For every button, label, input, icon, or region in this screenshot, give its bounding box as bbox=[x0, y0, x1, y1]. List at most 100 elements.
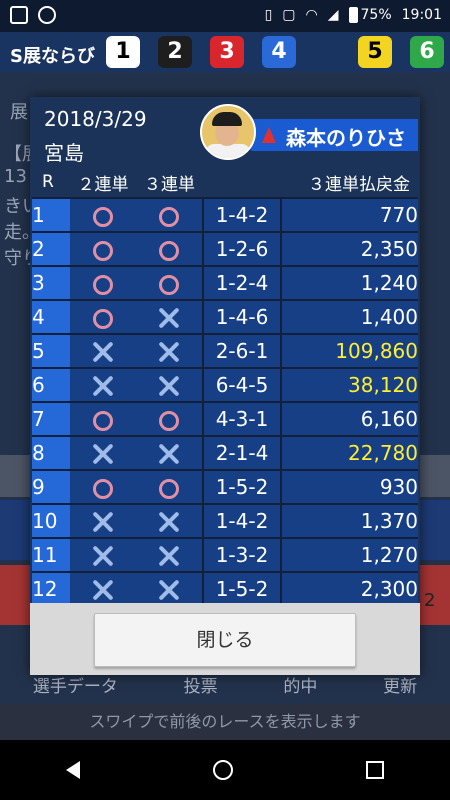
miss-cross-icon bbox=[92, 545, 114, 567]
sanrentan-result bbox=[136, 435, 203, 470]
results-table: R ２連単 ３連単 ３連単払戻金 1 1-4-2 770 2 1-2-6 2,350 3 1-… bbox=[32, 167, 418, 605]
system-nav-bar bbox=[0, 740, 450, 800]
tab-player-data[interactable]: 選手データ bbox=[33, 672, 118, 704]
background-tenkai-label: 展 bbox=[10, 102, 28, 123]
col-combination bbox=[203, 167, 281, 198]
nirentan-result bbox=[70, 231, 136, 266]
winning-combination: 1-5-2 bbox=[202, 469, 281, 504]
miss-cross-icon bbox=[158, 545, 180, 567]
payout-amount: 930 bbox=[280, 469, 418, 504]
payout-amount: 6,160 bbox=[280, 401, 418, 436]
vibrate-icon: ▯ bbox=[264, 7, 273, 23]
race-number: 4 bbox=[32, 299, 70, 334]
payout-amount: 1,240 bbox=[280, 265, 418, 300]
miss-cross-icon bbox=[92, 443, 114, 465]
payout-amount: 770 bbox=[280, 197, 418, 232]
sanrentan-result bbox=[136, 299, 203, 334]
boat-2: 2 bbox=[158, 36, 192, 68]
gallery-icon bbox=[10, 6, 28, 24]
background-text-line: 13 bbox=[4, 166, 27, 187]
payout-amount: 1,270 bbox=[280, 537, 418, 572]
race-number: 5 bbox=[32, 333, 70, 368]
boat-5: 5 bbox=[358, 36, 392, 68]
col-sanrentan: ３連単 bbox=[136, 167, 203, 198]
hit-circle-icon bbox=[93, 410, 113, 431]
sanrentan-result bbox=[136, 367, 203, 402]
winning-combination: 6-4-5 bbox=[202, 367, 281, 402]
hit-circle-icon bbox=[159, 274, 179, 295]
home-icon[interactable] bbox=[212, 760, 233, 780]
background-number: 2 bbox=[424, 590, 436, 611]
miss-cross-icon bbox=[92, 511, 114, 533]
miss-cross-icon bbox=[92, 341, 114, 363]
sanrentan-result bbox=[136, 571, 203, 605]
winning-combination: 2-6-1 bbox=[202, 333, 281, 368]
sanrentan-result bbox=[136, 231, 203, 266]
tipster-name: 森本のりひさ bbox=[286, 126, 406, 150]
table-row: 2 1-2-6 2,350 bbox=[32, 231, 418, 266]
avatar-cap bbox=[212, 112, 242, 126]
race-number: 12 bbox=[32, 571, 70, 605]
nirentan-result bbox=[70, 503, 136, 538]
miss-cross-icon bbox=[158, 579, 180, 601]
race-number: 9 bbox=[32, 469, 70, 504]
dialog-footer: 閉じる bbox=[30, 603, 420, 675]
payout-amount: 22,780 bbox=[280, 435, 418, 470]
table-row: 5 2-6-1 109,860 bbox=[32, 333, 418, 368]
winning-combination: 2-1-4 bbox=[202, 435, 281, 470]
tipster-badge: 森本のりひさ bbox=[250, 119, 418, 151]
tab-refresh[interactable]: 更新 bbox=[383, 672, 417, 704]
miss-cross-icon bbox=[158, 375, 180, 397]
boat-1: 1 bbox=[106, 36, 140, 68]
table-row: 11 1-3-2 1,270 bbox=[32, 537, 418, 572]
race-number: 1 bbox=[32, 197, 70, 232]
col-nirentan: ２連単 bbox=[70, 167, 136, 198]
bottom-tab-bar: 選手データ 投票 的中 更新 bbox=[0, 672, 450, 704]
sanrentan-result bbox=[136, 333, 203, 368]
winning-combination: 1-5-2 bbox=[202, 571, 281, 605]
table-row: 4 1-4-6 1,400 bbox=[32, 299, 418, 334]
winning-combination: 1-2-4 bbox=[202, 265, 281, 300]
hit-circle-icon bbox=[159, 410, 179, 431]
table-row: 3 1-2-4 1,240 bbox=[32, 265, 418, 300]
nirentan-result bbox=[70, 469, 136, 504]
miss-cross-icon bbox=[92, 375, 114, 397]
hit-circle-icon bbox=[93, 274, 113, 295]
venue-name: 宮島 bbox=[44, 141, 84, 165]
back-icon[interactable] bbox=[66, 761, 81, 779]
nirentan-result bbox=[70, 367, 136, 402]
nirentan-result bbox=[70, 435, 136, 470]
race-number: 11 bbox=[32, 537, 70, 572]
tab-vote[interactable]: 投票 bbox=[184, 672, 218, 704]
hit-circle-icon bbox=[93, 308, 113, 329]
tab-hit[interactable]: 的中 bbox=[283, 672, 317, 704]
miss-cross-icon bbox=[158, 511, 180, 533]
race-number: 3 bbox=[32, 265, 70, 300]
nirentan-result bbox=[70, 265, 136, 300]
info-icon bbox=[38, 6, 56, 24]
hit-circle-icon bbox=[93, 240, 113, 261]
sanrentan-result bbox=[136, 265, 203, 300]
recent-apps-icon[interactable] bbox=[365, 761, 384, 779]
table-row: 6 6-4-5 38,120 bbox=[32, 367, 418, 402]
start-display-row: S展ならび 1 2 3 4 5 6 bbox=[0, 32, 450, 72]
winning-combination: 1-4-2 bbox=[202, 503, 281, 538]
table-row: 10 1-4-2 1,370 bbox=[32, 503, 418, 538]
table-row: 7 4-3-1 6,160 bbox=[32, 401, 418, 436]
nirentan-result bbox=[70, 299, 136, 334]
results-dialog: 2018/3/29 宮島 森本のりひさ R ２連単 ３連単 ３連単払戻金 1 1-… bbox=[30, 97, 420, 675]
miss-cross-icon bbox=[158, 307, 180, 329]
sanrentan-result bbox=[136, 197, 203, 232]
close-button[interactable]: 閉じる bbox=[94, 613, 356, 667]
payout-amount: 1,400 bbox=[280, 299, 418, 334]
table-header: R ２連単 ３連単 ３連単払戻金 bbox=[32, 167, 418, 198]
clock: 19:01 bbox=[401, 7, 442, 23]
signal-icon: ◢ bbox=[327, 7, 339, 23]
nirentan-result bbox=[70, 537, 136, 572]
payout-amount: 1,370 bbox=[280, 503, 418, 538]
start-display-label: S展ならび bbox=[10, 46, 95, 67]
nirentan-result bbox=[70, 197, 136, 232]
hit-circle-icon bbox=[159, 478, 179, 499]
nirentan-result bbox=[70, 333, 136, 368]
table-row: 1 1-4-2 770 bbox=[32, 197, 418, 232]
